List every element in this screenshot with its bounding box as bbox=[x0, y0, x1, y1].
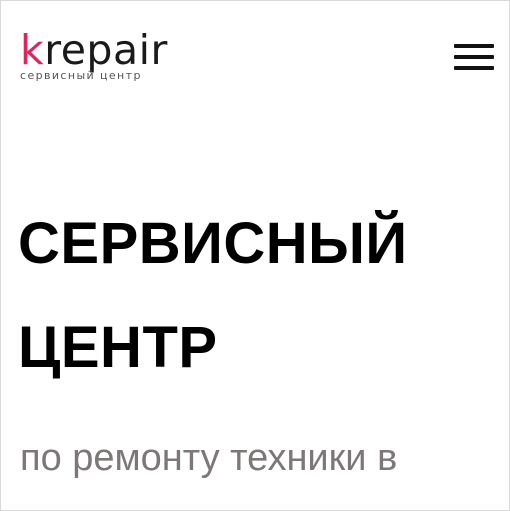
brand-logo[interactable]: krepair сервисный центр bbox=[20, 28, 168, 82]
hero-title-line-1: СЕРВИСНЫЙ bbox=[18, 211, 408, 276]
logo-wordmark: krepair bbox=[20, 28, 168, 72]
hero-subtitle: по ремонту техники в bbox=[20, 437, 398, 479]
hero-title: СЕРВИСНЫЙ ЦЕНТР bbox=[18, 192, 498, 400]
menu-bar-top bbox=[454, 44, 494, 48]
site-header: krepair сервисный центр bbox=[20, 28, 494, 88]
hamburger-menu-icon[interactable] bbox=[454, 42, 494, 72]
hero-title-line-2: ЦЕНТР bbox=[18, 315, 218, 380]
logo-word-rest: repair bbox=[44, 26, 168, 74]
logo-accent-letter: k bbox=[20, 26, 45, 74]
menu-bar-bottom bbox=[454, 66, 494, 70]
menu-bar-middle bbox=[454, 55, 494, 59]
